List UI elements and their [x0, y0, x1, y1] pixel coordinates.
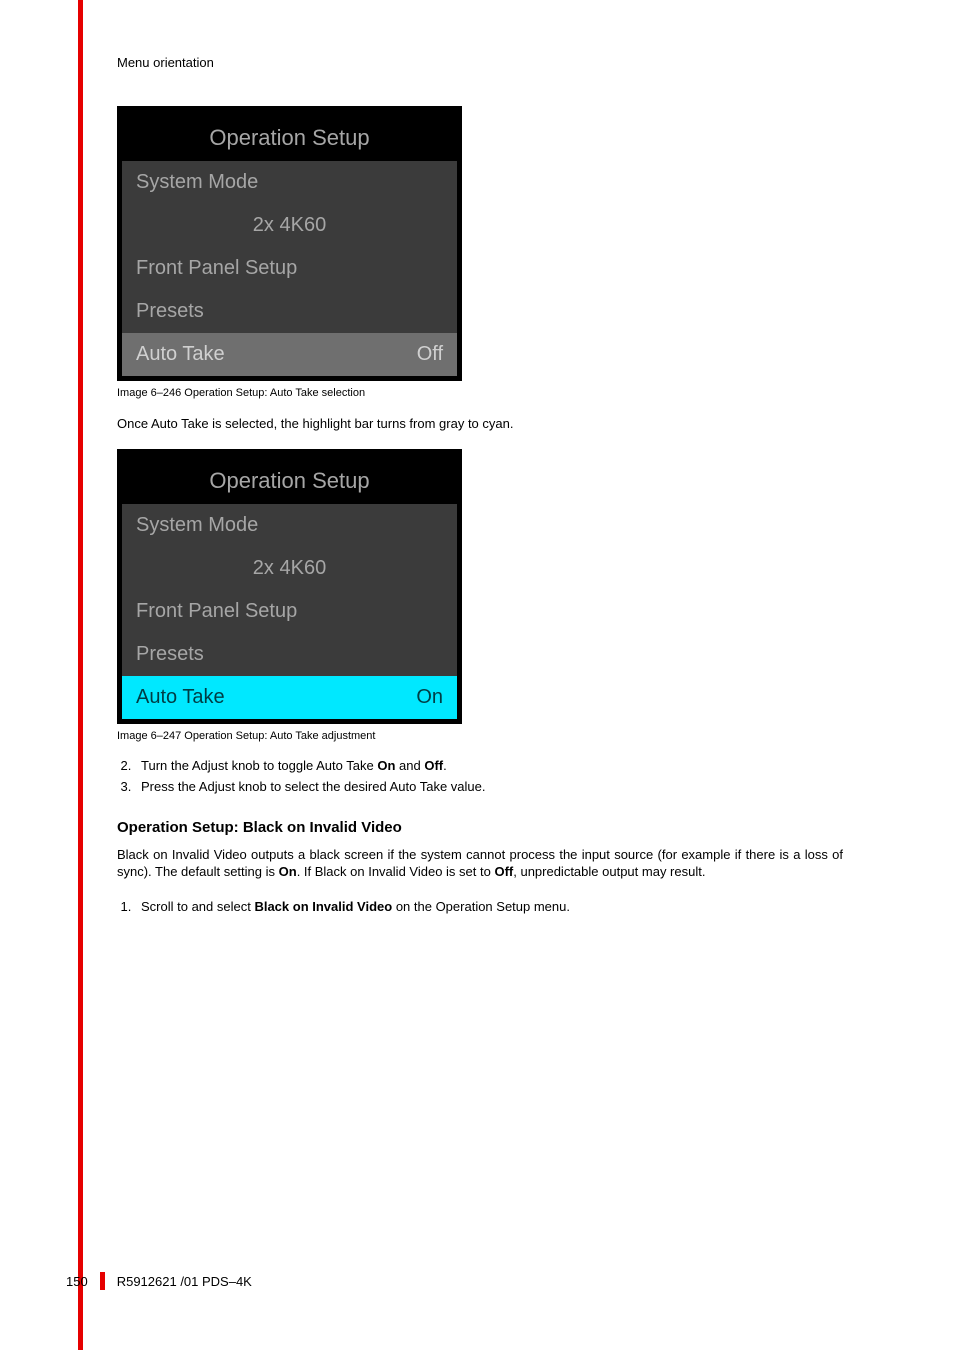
auto-take-value: On [416, 686, 443, 709]
running-header: Menu orientation [117, 55, 875, 70]
steps-list-a: Turn the Adjust knob to toggle Auto Take… [117, 756, 843, 797]
menu-title: Operation Setup [122, 111, 457, 161]
menu-item-presets: Presets [122, 290, 457, 333]
footer-accent-bar [100, 1272, 105, 1290]
text: Turn the Adjust knob to toggle Auto Take [141, 758, 377, 773]
figure-operation-setup-on: Operation Setup System Mode 2x 4K60 Fron… [117, 449, 462, 724]
menu-item-auto-take-highlighted: Auto Take On [122, 676, 457, 719]
paragraph-1: Once Auto Take is selected, the highligh… [117, 415, 843, 433]
step-1: Scroll to and select Black on Invalid Vi… [135, 897, 843, 917]
menu-value-system-mode: 2x 4K60 [122, 204, 457, 247]
menu-item-system-mode: System Mode [122, 504, 457, 547]
menu-item-front-panel-setup: Front Panel Setup [122, 247, 457, 290]
bold-on: On [279, 864, 297, 879]
figure-caption-1: Image 6–246 Operation Setup: Auto Take s… [117, 387, 875, 399]
page-number: 150 [66, 1274, 88, 1289]
text: and [395, 758, 424, 773]
text: on the Operation Setup menu. [392, 899, 570, 914]
figure-operation-setup-off: Operation Setup System Mode 2x 4K60 Fron… [117, 106, 462, 381]
page-footer: 150 R5912621 /01 PDS–4K [66, 1272, 252, 1290]
figure-caption-2: Image 6–247 Operation Setup: Auto Take a… [117, 730, 875, 742]
bold-black-invalid: Black on Invalid Video [254, 899, 392, 914]
auto-take-value: Off [417, 343, 443, 366]
auto-take-label: Auto Take [136, 343, 225, 366]
page-content: Menu orientation Operation Setup System … [85, 0, 875, 918]
document-id: R5912621 /01 PDS–4K [117, 1274, 252, 1289]
menu-item-system-mode: System Mode [122, 161, 457, 204]
menu-value-system-mode: 2x 4K60 [122, 547, 457, 590]
section-heading: Operation Setup: Black on Invalid Video [117, 819, 875, 836]
steps-list-b: Scroll to and select Black on Invalid Vi… [117, 897, 843, 917]
menu-item-presets: Presets [122, 633, 457, 676]
menu-item-front-panel-setup: Front Panel Setup [122, 590, 457, 633]
menu-item-auto-take-selected: Auto Take Off [122, 333, 457, 376]
paragraph-2: Black on Invalid Video outputs a black s… [117, 846, 843, 881]
text: , unpredictable output may result. [513, 864, 705, 879]
text: . If Black on Invalid Video is set to [297, 864, 495, 879]
step-2: Turn the Adjust knob to toggle Auto Take… [135, 756, 843, 776]
text: Scroll to and select [141, 899, 254, 914]
bold-on: On [377, 758, 395, 773]
menu-title: Operation Setup [122, 454, 457, 504]
bold-off: Off [424, 758, 443, 773]
auto-take-label: Auto Take [136, 686, 225, 709]
text: . [443, 758, 447, 773]
bold-off: Off [494, 864, 513, 879]
page-accent-bar [78, 0, 83, 1350]
step-3: Press the Adjust knob to select the desi… [135, 777, 843, 797]
